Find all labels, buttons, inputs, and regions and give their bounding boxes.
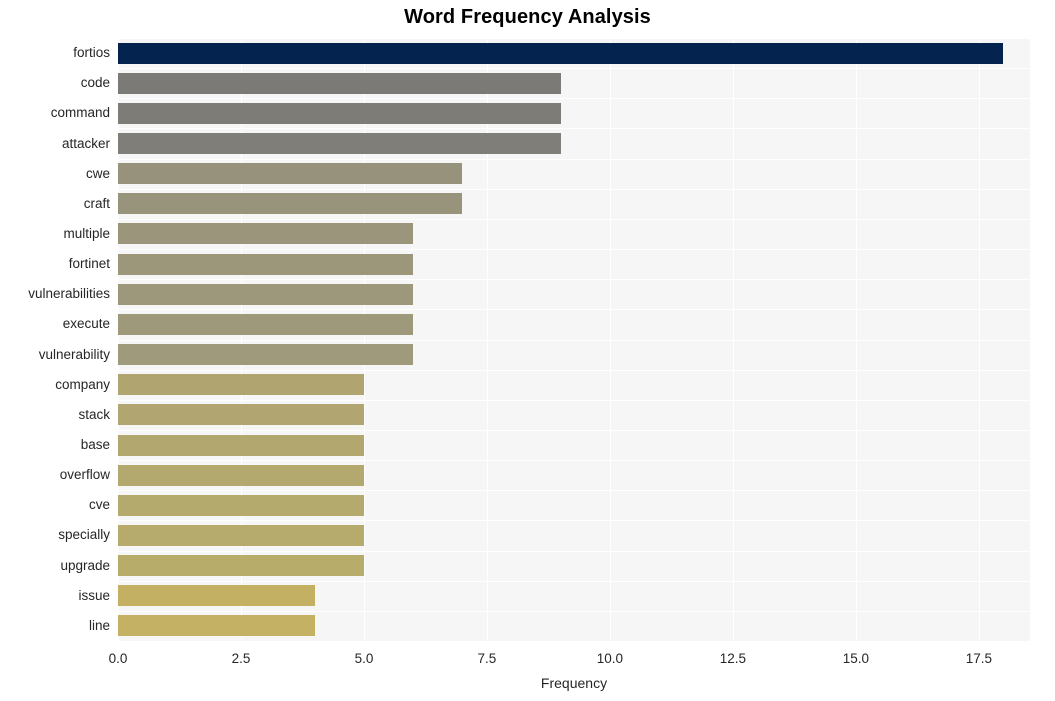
y-axis-tick-label: stack [78, 406, 110, 422]
y-axis-tick-label: craft [83, 195, 110, 211]
x-axis-tick-label: 7.5 [477, 651, 497, 666]
y-axis-tick-label: vulnerabilities [28, 286, 110, 302]
y-axis-tick-labels: fortios code command attacker cwe craft multip… [0, 0, 1055, 701]
y-axis-tick-label: upgrade [60, 557, 110, 573]
y-axis-tick-label: vulnerability [38, 346, 110, 362]
y-axis-tick-label: company [55, 376, 110, 392]
x-axis-tick-label: 12.5 [719, 651, 747, 666]
chart-container: Word Frequency Analysis fortios code comma… [0, 0, 1055, 701]
x-axis-tick-label: 17.5 [965, 651, 992, 666]
y-axis-tick-label: command [50, 105, 110, 121]
x-axis-tick-label: 5.0 [354, 651, 374, 666]
x-axis-tick-label: 0.0 [108, 651, 128, 666]
y-axis-tick-label: code [80, 75, 110, 91]
y-axis-tick-label: cwe [85, 165, 110, 181]
x-axis-tick-label: 15.0 [842, 651, 869, 666]
y-axis-tick-label: specially [58, 527, 110, 543]
y-axis-tick-label: cve [88, 497, 110, 513]
y-axis-tick-label: multiple [63, 225, 110, 241]
y-axis-tick-label: base [80, 437, 110, 453]
y-axis-tick-label: overflow [59, 467, 110, 483]
y-axis-tick-label: line [88, 617, 110, 633]
x-axis-tick-label: 2.5 [231, 651, 251, 666]
y-axis-tick-label: attacker [61, 135, 110, 151]
y-axis-tick-label: fortinet [68, 256, 110, 272]
x-axis-tick-label: 10.0 [596, 651, 624, 666]
y-axis-tick-label: issue [78, 587, 110, 603]
x-axis-label: Frequency [540, 675, 608, 691]
y-axis-tick-label: fortios [73, 45, 110, 61]
y-axis-tick-label: execute [62, 316, 110, 332]
